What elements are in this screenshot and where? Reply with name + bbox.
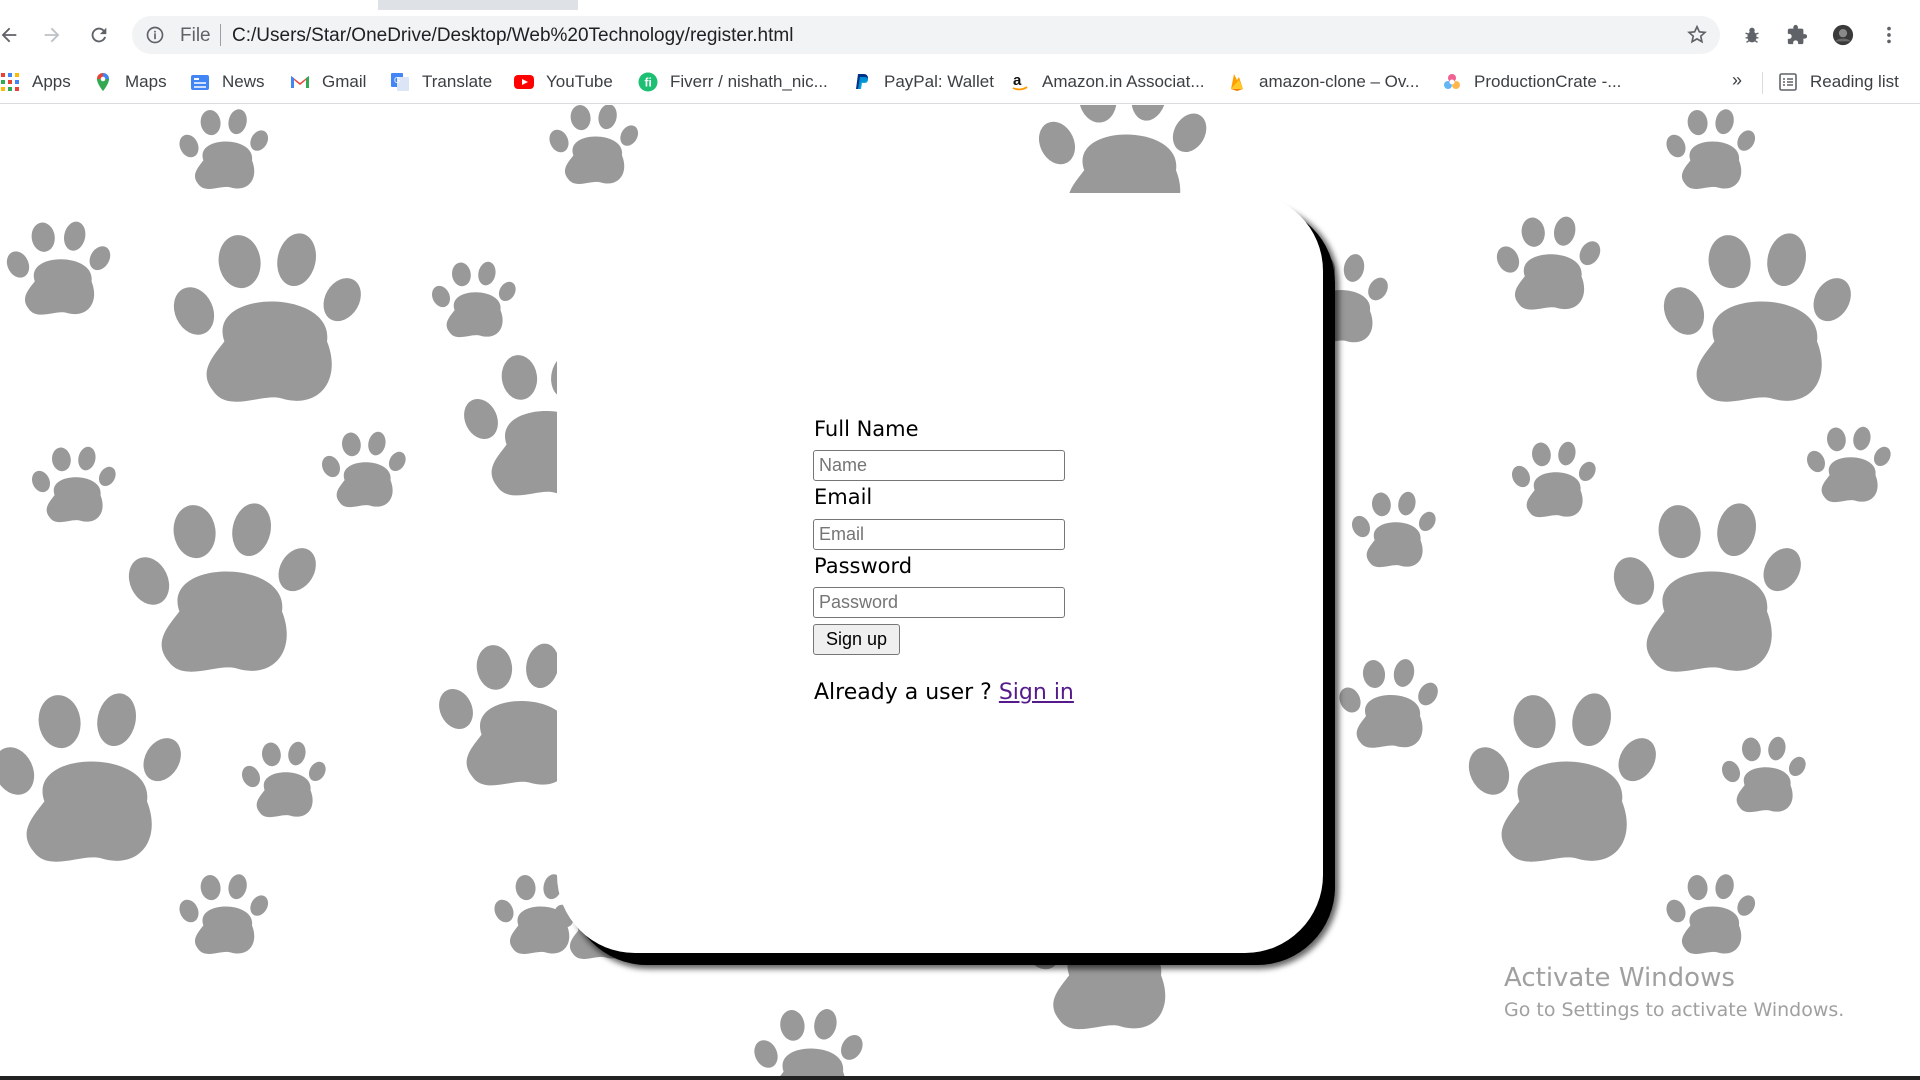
sign-in-link[interactable]: Sign in [999,680,1074,705]
bookmark-label: Maps [125,72,167,91]
register-card [557,193,1323,953]
bookmark-label: ProductionCrate -... [1474,72,1622,91]
profile-button[interactable] [1826,18,1860,52]
gmail-icon [291,76,309,88]
bookmark-label: Fiverr / nishath_nic... [670,72,828,91]
bookmark-amazon-clone[interactable]: amazon-clone – Ov... [1227,70,1419,94]
forward-button[interactable] [35,18,69,52]
menu-button[interactable] [1872,18,1906,52]
tab-strip [0,0,1920,10]
password-label: Password [814,554,913,578]
full-name-input[interactable] [813,450,1065,481]
puzzle-icon [1787,24,1808,45]
bookmark-label: News [222,72,265,91]
bookmark-label: Apps [32,72,71,91]
youtube-icon [514,75,534,89]
active-tab[interactable] [0,0,378,10]
browser-toolbar: File C:/Users/Star/OneDrive/Desktop/Web%… [0,10,1920,60]
news-icon [191,75,209,90]
bookmark-label: YouTube [546,72,613,91]
reading-list-icon [1779,73,1797,91]
reading-list-label: Reading list [1810,72,1899,91]
bookmark-label: Amazon.in Associat... [1042,72,1205,91]
bookmarks-bar: Apps Maps News Gmail G Translate YouTube… [0,60,1920,104]
inactive-tab[interactable] [578,0,1920,10]
bookmark-paypal[interactable]: PayPal: Wallet [852,70,994,94]
svg-text:G: G [394,76,400,85]
bookmark-youtube[interactable]: YouTube [514,70,613,94]
activate-windows-subtitle: Go to Settings to activate Windows. [1504,999,1845,1021]
bookmark-fiverr[interactable]: fi Fiverr / nishath_nic... [638,70,828,94]
bookmark-maps[interactable]: Maps [93,70,167,94]
apps-grid-icon [1,73,19,91]
productioncrate-icon [1444,74,1460,89]
bookmark-star-icon[interactable] [1686,24,1708,46]
bookmark-label: Gmail [322,72,367,91]
amazon-icon: a [1012,72,1028,91]
bookmark-label: PayPal: Wallet [884,72,994,91]
already-user-text: Already a user ? [814,680,999,705]
bookmark-translate[interactable]: G Translate [390,70,492,94]
arrow-left-icon [1,27,17,43]
paypal-icon [856,74,868,89]
already-user-prompt: Already a user ? Sign in [814,680,1074,705]
sign-up-button[interactable]: Sign up [813,624,900,655]
email-label: Email [814,485,873,509]
reading-list-button[interactable]: Reading list [1778,70,1899,94]
svg-text:fi: fi [645,76,652,90]
more-bookmarks-button[interactable]: » [1732,70,1742,91]
extension-bug-button[interactable] [1735,18,1769,52]
reload-icon [91,27,107,43]
windows-activation-watermark: Activate Windows Go to Settings to activ… [1504,963,1844,1021]
bookmarks-divider [1762,72,1763,94]
email-input[interactable] [813,519,1065,550]
full-name-label: Full Name [814,417,919,441]
back-button[interactable] [0,18,26,52]
info-icon[interactable] [145,25,165,45]
activate-windows-title: Activate Windows [1504,963,1735,993]
svg-text:a: a [1013,72,1022,89]
bookmark-label: Translate [422,72,493,91]
maps-pin-icon [97,73,109,91]
bug-icon [1745,27,1759,43]
bookmark-gmail[interactable]: Gmail [290,70,366,94]
extensions-button[interactable] [1780,18,1814,52]
address-url[interactable]: C:/Users/Star/OneDrive/Desktop/Web%20Tec… [232,25,793,47]
translate-icon: G [391,73,409,91]
arrow-right-icon [44,27,60,43]
bookmark-label: amazon-clone – Ov... [1259,72,1420,91]
page-viewport: Full Name Email Password Sign up Already… [0,105,1920,1080]
bookmark-amazon-associates[interactable]: a Amazon.in Associat... [1010,70,1205,94]
address-separator [220,24,221,46]
address-bar[interactable]: File C:/Users/Star/OneDrive/Desktop/Web%… [132,16,1720,54]
bookmark-news[interactable]: News [190,70,265,94]
address-scheme: File [180,25,211,46]
avatar [1832,24,1854,46]
bookmark-apps[interactable]: Apps [0,70,71,94]
reload-button[interactable] [82,18,116,52]
taskbar-edge [0,1076,1920,1080]
fiverr-icon: fi [638,72,658,92]
bookmark-productioncrate[interactable]: ProductionCrate -... [1442,70,1621,94]
firebase-icon [1231,74,1243,91]
password-input[interactable] [813,587,1065,618]
kebab-menu-icon [1887,26,1891,44]
